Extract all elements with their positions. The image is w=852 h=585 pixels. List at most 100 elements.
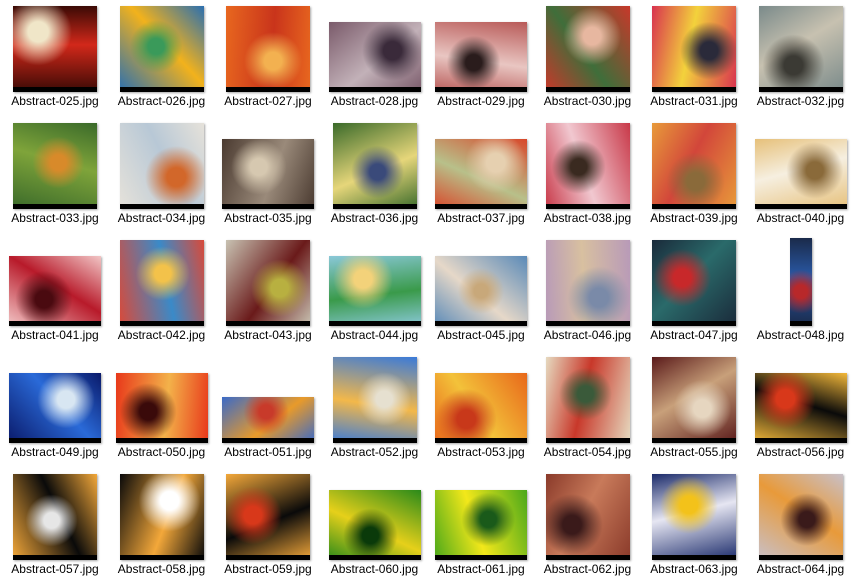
file-item[interactable]: Abstract-060.jpg [322, 468, 428, 585]
file-name-label: Abstract-029.jpg [424, 94, 538, 108]
file-item[interactable]: Abstract-061.jpg [428, 468, 534, 585]
file-item[interactable]: Abstract-035.jpg [215, 117, 321, 234]
image-thumbnail[interactable] [759, 474, 843, 560]
image-thumbnail[interactable] [120, 474, 204, 560]
image-thumbnail[interactable] [652, 474, 736, 560]
image-thumbnail[interactable] [652, 240, 736, 326]
image-thumbnail[interactable] [435, 139, 527, 209]
thumbnail-container [322, 468, 428, 560]
file-item[interactable]: Abstract-046.jpg [535, 234, 641, 351]
file-name-label: Abstract-028.jpg [318, 94, 432, 108]
image-thumbnail[interactable] [116, 373, 208, 443]
file-item[interactable]: Abstract-064.jpg [748, 468, 852, 585]
thumbnail-container [2, 351, 108, 443]
file-item[interactable]: Abstract-026.jpg [109, 0, 215, 117]
file-item[interactable]: Abstract-057.jpg [2, 468, 108, 585]
image-thumbnail[interactable] [329, 256, 421, 326]
image-thumbnail[interactable] [652, 357, 736, 443]
file-name-label: Abstract-056.jpg [744, 445, 852, 459]
image-thumbnail[interactable] [546, 6, 630, 92]
file-item[interactable]: Abstract-042.jpg [109, 234, 215, 351]
file-item[interactable]: Abstract-032.jpg [748, 0, 852, 117]
image-thumbnail[interactable] [546, 474, 630, 560]
file-name-label: Abstract-058.jpg [105, 562, 219, 576]
file-item[interactable]: Abstract-043.jpg [215, 234, 321, 351]
image-thumbnail[interactable] [435, 22, 527, 92]
image-thumbnail[interactable] [546, 123, 630, 209]
thumbnail-bottom-bar [329, 321, 421, 326]
file-item[interactable]: Abstract-040.jpg [748, 117, 852, 234]
image-thumbnail[interactable] [652, 123, 736, 209]
file-item[interactable]: Abstract-041.jpg [2, 234, 108, 351]
image-thumbnail[interactable] [226, 240, 310, 326]
image-thumbnail[interactable] [120, 123, 204, 209]
image-thumbnail[interactable] [120, 6, 204, 92]
file-item[interactable]: Abstract-028.jpg [322, 0, 428, 117]
image-thumbnail[interactable] [13, 6, 97, 92]
file-item[interactable]: Abstract-063.jpg [641, 468, 747, 585]
thumbnail-container [641, 117, 747, 209]
file-item[interactable]: Abstract-058.jpg [109, 468, 215, 585]
file-name-label: Abstract-041.jpg [0, 328, 112, 342]
file-item[interactable]: Abstract-054.jpg [535, 351, 641, 468]
file-item[interactable]: Abstract-053.jpg [428, 351, 534, 468]
file-item[interactable]: Abstract-045.jpg [428, 234, 534, 351]
thumbnail-container [109, 0, 215, 92]
file-item[interactable]: Abstract-056.jpg [748, 351, 852, 468]
file-item[interactable]: Abstract-049.jpg [2, 351, 108, 468]
file-name-label: Abstract-047.jpg [637, 328, 751, 342]
file-item[interactable]: Abstract-027.jpg [215, 0, 321, 117]
file-item[interactable]: Abstract-050.jpg [109, 351, 215, 468]
file-item[interactable]: Abstract-044.jpg [322, 234, 428, 351]
image-thumbnail[interactable] [759, 6, 843, 92]
thumbnail-container [109, 234, 215, 326]
thumbnail-bottom-bar [546, 321, 630, 326]
image-thumbnail[interactable] [333, 357, 417, 443]
image-thumbnail[interactable] [435, 373, 527, 443]
file-item[interactable]: Abstract-048.jpg [748, 234, 852, 351]
image-thumbnail[interactable] [333, 123, 417, 209]
file-item[interactable]: Abstract-025.jpg [2, 0, 108, 117]
file-item[interactable]: Abstract-029.jpg [428, 0, 534, 117]
image-thumbnail[interactable] [329, 490, 421, 560]
image-thumbnail[interactable] [13, 123, 97, 209]
image-thumbnail[interactable] [652, 6, 736, 92]
file-item[interactable]: Abstract-037.jpg [428, 117, 534, 234]
image-thumbnail[interactable] [755, 139, 847, 209]
image-thumbnail[interactable] [13, 474, 97, 560]
file-name-label: Abstract-043.jpg [211, 328, 325, 342]
file-item[interactable]: Abstract-031.jpg [641, 0, 747, 117]
file-name-label: Abstract-055.jpg [637, 445, 751, 459]
file-item[interactable]: Abstract-055.jpg [641, 351, 747, 468]
file-item[interactable]: Abstract-052.jpg [322, 351, 428, 468]
image-thumbnail[interactable] [226, 6, 310, 92]
image-thumbnail[interactable] [435, 256, 527, 326]
thumbnail-container [2, 0, 108, 92]
file-item[interactable]: Abstract-051.jpg [215, 351, 321, 468]
file-item[interactable]: Abstract-038.jpg [535, 117, 641, 234]
file-item[interactable]: Abstract-047.jpg [641, 234, 747, 351]
file-item[interactable]: Abstract-036.jpg [322, 117, 428, 234]
file-item[interactable]: Abstract-062.jpg [535, 468, 641, 585]
file-name-label: Abstract-040.jpg [744, 211, 852, 225]
file-item[interactable]: Abstract-039.jpg [641, 117, 747, 234]
image-thumbnail[interactable] [9, 256, 101, 326]
image-thumbnail[interactable] [9, 373, 101, 443]
file-item[interactable]: Abstract-033.jpg [2, 117, 108, 234]
image-thumbnail[interactable] [329, 22, 421, 92]
image-thumbnail[interactable] [546, 240, 630, 326]
image-thumbnail[interactable] [546, 357, 630, 443]
thumbnail-container [428, 234, 534, 326]
image-thumbnail[interactable] [790, 238, 812, 326]
thumbnail-container [535, 351, 641, 443]
image-thumbnail[interactable] [755, 373, 847, 443]
image-thumbnail[interactable] [435, 490, 527, 560]
thumbnail-bottom-bar [226, 87, 310, 92]
image-thumbnail[interactable] [222, 139, 314, 209]
image-thumbnail[interactable] [222, 397, 314, 443]
file-item[interactable]: Abstract-034.jpg [109, 117, 215, 234]
file-item[interactable]: Abstract-059.jpg [215, 468, 321, 585]
image-thumbnail[interactable] [120, 240, 204, 326]
file-item[interactable]: Abstract-030.jpg [535, 0, 641, 117]
image-thumbnail[interactable] [226, 474, 310, 560]
